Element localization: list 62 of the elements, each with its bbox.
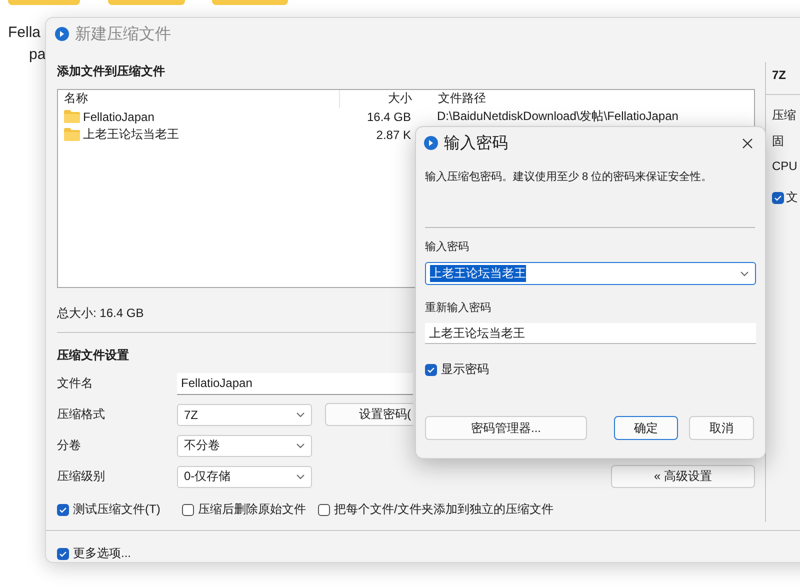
file-path: D:\BaiduNetdiskDownload\发帖\FellatioJapan: [436, 108, 678, 126]
confirm-password-field[interactable]: 上老王论坛当老王: [425, 323, 756, 344]
chevron-down-icon: [296, 442, 305, 449]
checkbox[interactable]: [57, 504, 69, 516]
file-label: pa: [29, 46, 46, 63]
checkbox-label: 测试压缩文件(T): [73, 501, 160, 518]
panel-title: 7Z: [772, 68, 788, 82]
column-header[interactable]: 大小: [340, 90, 412, 108]
column-header[interactable]: 文件路径: [412, 90, 486, 108]
checkbox-label: 把每个文件/文件夹添加到独立的压缩文件: [334, 501, 554, 518]
checkbox[interactable]: [318, 504, 330, 516]
window-title: 新建压缩文件: [75, 24, 171, 45]
field-label: 分卷: [57, 437, 82, 454]
close-icon[interactable]: [742, 138, 753, 148]
chevron-down-icon: [296, 412, 305, 418]
checkmark-icon: [774, 194, 782, 201]
dialog-button[interactable]: 确定: [614, 416, 678, 440]
field-label: 文件名: [57, 375, 94, 392]
checkbox-label: 显示密码: [441, 361, 489, 378]
file-label: Fella: [8, 24, 41, 41]
dialog-button[interactable]: 取消: [689, 416, 754, 440]
folder-icon: [64, 110, 80, 124]
field-label: 压缩级别: [57, 468, 106, 486]
column-header[interactable]: 名称: [64, 90, 88, 108]
checkbox-label: 更多选项...: [73, 545, 132, 562]
checkbox[interactable]: [772, 192, 784, 204]
advanced-settings-button[interactable]: « 高级设置: [611, 465, 755, 488]
field-label: 输入密码: [425, 240, 470, 253]
description-text: 输入压缩包密码。建议使用至少 8 位的密码来保证安全性。: [425, 170, 714, 183]
checkmark-icon: [59, 550, 67, 556]
folder-icon: [64, 128, 80, 142]
dropdown[interactable]: 不分卷: [177, 434, 312, 457]
section-title: 添加文件到压缩文件: [57, 64, 165, 78]
app-icon: [55, 27, 69, 42]
app-icon: [424, 136, 438, 150]
checkbox-label: 文: [786, 189, 798, 206]
password-field[interactable]: 上老王论坛当老王: [425, 262, 756, 285]
dropdown[interactable]: 0-仅存储: [177, 466, 312, 488]
checkbox-label: 压缩后删除原始文件: [198, 501, 306, 518]
set-password-button[interactable]: 设置密码(: [325, 403, 413, 426]
section-title: 压缩文件设置: [57, 346, 129, 364]
dialog-title: 输入密码: [444, 134, 508, 154]
option-label: 固: [772, 132, 785, 147]
checkmark-icon: [427, 366, 435, 372]
file-name[interactable]: 上老王论坛当老王: [83, 126, 179, 144]
checkbox[interactable]: [182, 504, 194, 516]
field-label: 压缩格式: [57, 406, 106, 424]
file-size: 2.87 K: [375, 128, 411, 142]
file-size: 16.4 GB: [366, 110, 411, 124]
filename-field[interactable]: FellatioJapan: [177, 372, 413, 395]
option-label: CPU: [772, 158, 798, 173]
dropdown[interactable]: 7Z: [177, 404, 312, 426]
checkbox[interactable]: [425, 364, 437, 376]
field-label: 重新输入密码: [425, 300, 492, 314]
total-size: 总大小: 16.4 GB: [57, 304, 144, 319]
chevron-down-icon: [296, 474, 305, 480]
checkbox[interactable]: [57, 548, 69, 560]
dialog-button[interactable]: 密码管理器...: [425, 416, 587, 440]
file-name[interactable]: FellatioJapan: [83, 110, 154, 124]
checkmark-icon: [59, 506, 67, 513]
option-label: 压缩: [772, 106, 797, 121]
chevron-down-icon: [740, 270, 749, 276]
